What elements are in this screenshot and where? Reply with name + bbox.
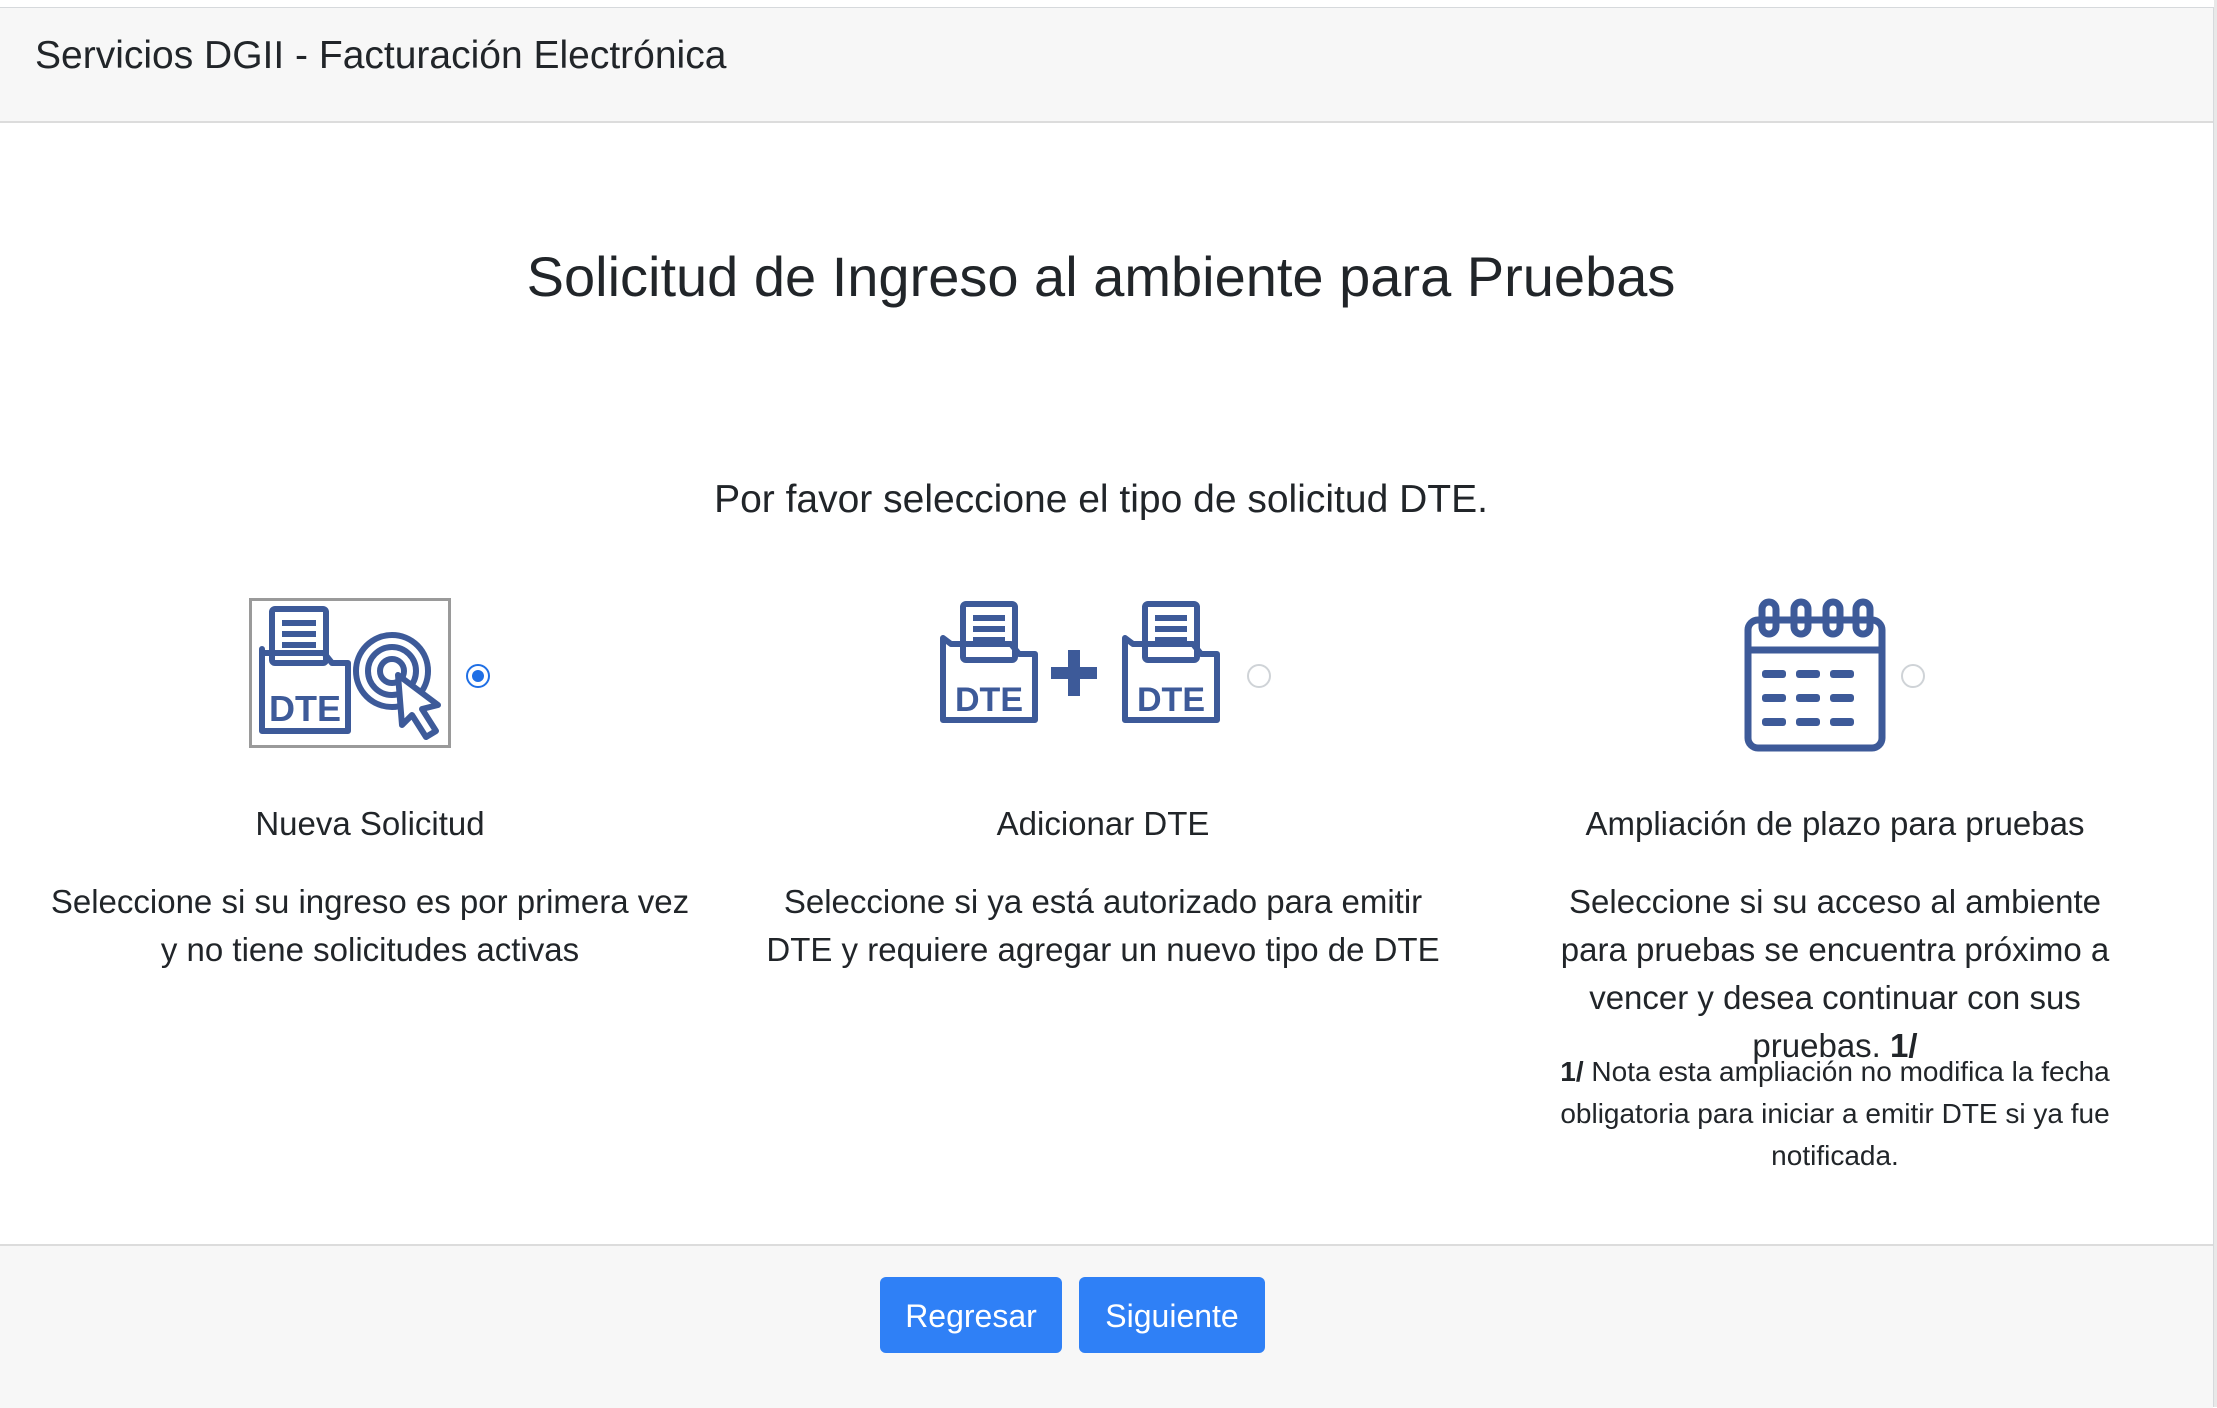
radio-nueva-solicitud[interactable]: [466, 664, 490, 688]
option-label: Nueva Solicitud: [255, 805, 485, 842]
calendar-icon: [1744, 598, 1886, 752]
card-header: Servicios DGII - Facturación Electrónica: [0, 8, 2213, 123]
option-label: Ampliación de plazo para pruebas: [1585, 805, 2085, 842]
description-text: Seleccione si su acceso al ambiente para…: [1560, 883, 2110, 1064]
svg-text:DTE: DTE: [955, 681, 1023, 719]
note-text: Nota esta ampliación no modifica la fech…: [1560, 1056, 2110, 1171]
adicionar-dte-image[interactable]: DTE DTE: [939, 598, 1229, 728]
radio-ampliacion-plazo[interactable]: [1901, 664, 1925, 688]
svg-text:DTE: DTE: [1137, 681, 1205, 719]
option-label: Adicionar DTE: [996, 805, 1210, 842]
next-button[interactable]: Siguiente: [1079, 1277, 1265, 1353]
app-title: Servicios DGII - Facturación Electrónica: [35, 34, 727, 77]
svg-text:DTE: DTE: [269, 688, 341, 729]
note-ref: 1/: [1560, 1056, 1584, 1087]
page-title: Solicitud de Ingreso al ambiente para Pr…: [526, 245, 1676, 308]
option-description: Seleccione si ya está autorizado para em…: [766, 883, 1440, 968]
plus-icon: [1051, 650, 1097, 696]
ampliacion-image[interactable]: [1742, 598, 1892, 758]
card-footer: Regresar Siguiente: [0, 1244, 2213, 1408]
nueva-solicitud-image[interactable]: DTE: [249, 598, 451, 748]
dte-document-icon: DTE: [259, 606, 441, 740]
back-button[interactable]: Regresar: [880, 1277, 1062, 1353]
option-note: 1/ Nota esta ampliación no modifica la f…: [1550, 1051, 2120, 1177]
target-cursor-icon: [353, 632, 441, 740]
option-description: Seleccione si su ingreso es por primera …: [50, 883, 690, 968]
page-subtitle: Por favor seleccione el tipo de solicitu…: [714, 478, 1488, 521]
radio-adicionar-dte[interactable]: [1247, 664, 1271, 688]
option-description: Seleccione si su acceso al ambiente para…: [1535, 878, 2135, 1070]
main-card: Servicios DGII - Facturación Electrónica…: [0, 7, 2214, 1408]
